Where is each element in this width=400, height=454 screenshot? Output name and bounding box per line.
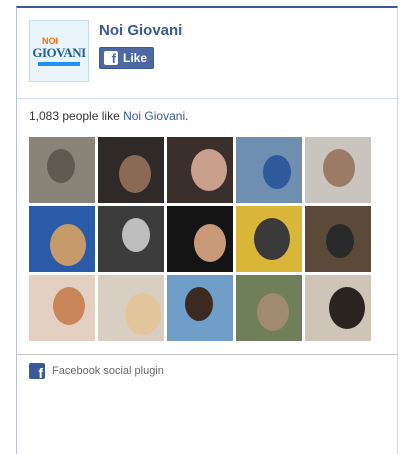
logo-bar: [38, 61, 80, 66]
fan-avatar[interactable]: [236, 275, 302, 341]
facebook-f-icon: f: [104, 51, 118, 66]
fan-avatar-face: [257, 293, 289, 331]
fan-avatar[interactable]: [98, 275, 164, 341]
fan-avatar-face: [185, 287, 213, 321]
social-plugin-link[interactable]: Facebook social plugin: [52, 365, 164, 377]
fan-avatar[interactable]: [305, 275, 371, 341]
fan-avatar[interactable]: [29, 206, 95, 272]
likes-count-text: 1,083 people like: [29, 109, 124, 123]
facebook-icon: f: [29, 363, 45, 381]
fan-avatar[interactable]: [167, 206, 233, 272]
fan-avatar[interactable]: [236, 137, 302, 203]
likes-count: 1,083 people like Noi Giovani.: [29, 109, 188, 123]
like-button[interactable]: f Like: [99, 47, 155, 69]
likes-suffix: .: [185, 109, 189, 123]
fan-avatar[interactable]: [167, 137, 233, 203]
fan-avatar[interactable]: [98, 137, 164, 203]
fan-faces-grid: [29, 137, 374, 341]
fan-avatar-face: [329, 287, 365, 329]
fan-avatar-face: [263, 155, 291, 189]
fan-avatar-face: [326, 224, 354, 258]
fan-avatar-face: [119, 155, 151, 193]
divider: [17, 354, 397, 355]
page-logo[interactable]: NOI GIOVANI: [29, 20, 89, 82]
logo-text-main: GIOVANI: [32, 44, 86, 60]
plugin-footer: f Facebook social plugin: [29, 363, 164, 381]
fan-avatar[interactable]: [305, 206, 371, 272]
page-name-link[interactable]: Noi Giovani: [99, 22, 182, 39]
fan-avatar-face: [47, 149, 75, 183]
fan-avatar-face: [50, 224, 86, 266]
fan-avatar-face: [122, 218, 150, 252]
like-box-plugin: NOI GIOVANI Noi Giovani f Like 1,083 peo…: [16, 6, 398, 454]
fan-avatar-face: [323, 149, 355, 187]
likes-page-link[interactable]: Noi Giovani: [123, 109, 185, 123]
fan-avatar-face: [254, 218, 290, 260]
fan-avatar-face: [194, 224, 226, 262]
fan-avatar[interactable]: [236, 206, 302, 272]
page-header: NOI GIOVANI Noi Giovani f Like: [29, 20, 397, 86]
like-button-label: Like: [123, 51, 148, 65]
fan-avatar-face: [191, 149, 227, 191]
divider: [17, 98, 397, 99]
fan-avatar[interactable]: [29, 137, 95, 203]
fan-avatar[interactable]: [167, 275, 233, 341]
fan-avatar-face: [53, 287, 85, 325]
fan-avatar[interactable]: [29, 275, 95, 341]
fan-avatar-face: [125, 293, 161, 335]
fan-avatar[interactable]: [98, 206, 164, 272]
fan-avatar[interactable]: [305, 137, 371, 203]
